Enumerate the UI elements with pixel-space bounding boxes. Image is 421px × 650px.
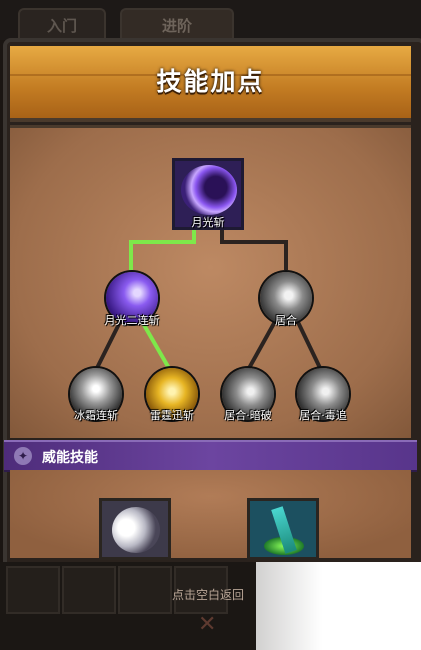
power-skill-sword[interactable] <box>247 498 319 560</box>
skill-label-moon-double: 月光二连斩 <box>104 314 160 327</box>
power-skills-panel <box>10 470 411 558</box>
power-icon: ✦ <box>14 447 32 465</box>
skill-label-iai: 居合 <box>275 314 297 327</box>
watermark-overlay <box>256 562 421 650</box>
skill-label-root: 月光斩 <box>191 216 225 229</box>
bottom-slot <box>118 566 172 614</box>
skill-label-frost: 冰霜连斩 <box>74 409 118 422</box>
link-iai-to-dark <box>246 317 279 371</box>
bottom-slot <box>62 566 116 614</box>
close-icon[interactable]: ✕ <box>198 612 216 637</box>
power-skills-header: ✦ 威能技能 <box>4 440 417 472</box>
bottom-slot <box>6 566 60 614</box>
power-skill-moon[interactable] <box>99 498 171 560</box>
link-root-to-moon-double <box>129 230 196 270</box>
skill-label-iai-dark: 居合·暗破 <box>224 409 272 422</box>
link-iai-to-poison <box>294 317 323 371</box>
moon-slash-icon <box>181 165 237 215</box>
link-root-to-iai <box>220 230 288 270</box>
moon-icon <box>112 507 160 553</box>
tap-blank-return-hint[interactable]: 点击空白返回 <box>172 586 244 603</box>
skill-label-iai-poison: 居合·毒追 <box>299 409 347 422</box>
section-title: 威能技能 <box>42 450 98 466</box>
skill-label-thunder: 雷霆迅斩 <box>150 409 194 422</box>
